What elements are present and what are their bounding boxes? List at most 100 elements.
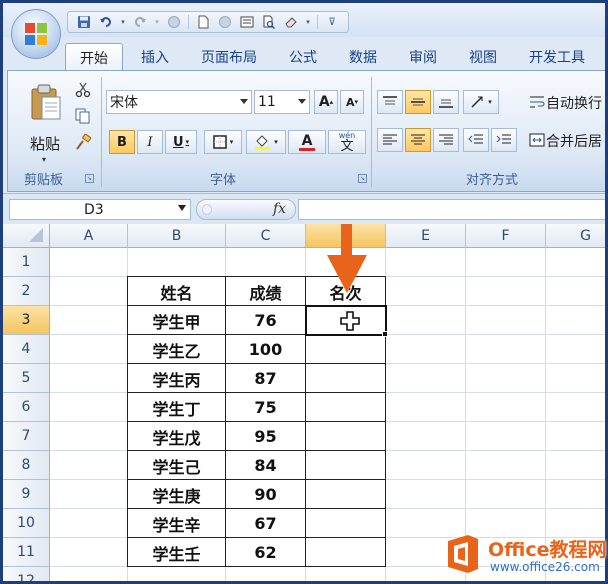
align-right-button[interactable]: [433, 128, 459, 152]
row-header-5[interactable]: 5: [3, 364, 50, 393]
align-bottom-button[interactable]: [433, 90, 459, 114]
column-header-g[interactable]: G: [546, 224, 605, 248]
row-header-3[interactable]: 3: [3, 306, 50, 335]
tab-developer[interactable]: 开发工具: [515, 43, 599, 71]
select-all-button[interactable]: [3, 224, 50, 248]
grow-font-button[interactable]: A ▴: [314, 90, 338, 114]
table-cell-rank[interactable]: [306, 422, 385, 451]
table-cell-score[interactable]: 90: [226, 480, 305, 509]
align-middle-button[interactable]: [405, 90, 431, 114]
table-cell-name[interactable]: 学生甲: [128, 306, 225, 335]
decrease-indent-button[interactable]: [463, 128, 489, 152]
clear-dropdown-icon[interactable]: ▾: [305, 14, 311, 30]
redo-icon[interactable]: [132, 14, 148, 30]
tab-review[interactable]: 审阅: [395, 43, 451, 71]
format-painter-icon[interactable]: [74, 133, 92, 151]
form-icon[interactable]: [239, 14, 255, 30]
clipboard-dialog-launcher[interactable]: ↘: [85, 174, 94, 183]
new-doc-icon[interactable]: [195, 14, 211, 30]
worksheet-grid[interactable]: A B C D E F G 1 2 3 4 5 6 7 8 9 10 11 12: [3, 224, 605, 581]
table-cell-rank[interactable]: [306, 393, 385, 422]
row-header-9[interactable]: 9: [3, 480, 50, 509]
open-icon[interactable]: [217, 14, 233, 30]
underline-button[interactable]: U ▾: [165, 130, 197, 154]
table-cell-name[interactable]: 学生庚: [128, 480, 225, 509]
tab-page-layout[interactable]: 页面布局: [187, 43, 271, 71]
row-header-4[interactable]: 4: [3, 335, 50, 364]
clear-icon[interactable]: [283, 14, 299, 30]
table-cell-score[interactable]: 87: [226, 364, 305, 393]
paste-button[interactable]: 粘贴 ▾: [22, 81, 70, 167]
row-header-8[interactable]: 8: [3, 451, 50, 480]
row-header-2[interactable]: 2: [3, 277, 50, 306]
tab-view[interactable]: 视图: [455, 43, 511, 71]
table-cell-name[interactable]: 学生辛: [128, 509, 225, 538]
table-cell-rank[interactable]: [306, 364, 385, 393]
table-cell-name[interactable]: 学生丁: [128, 393, 225, 422]
formula-input[interactable]: [298, 199, 605, 220]
cut-icon[interactable]: [74, 81, 92, 99]
table-cell-name[interactable]: 学生乙: [128, 335, 225, 364]
table-cell-rank[interactable]: [306, 538, 385, 567]
table-cell-score[interactable]: 75: [226, 393, 305, 422]
copy-icon[interactable]: [74, 107, 92, 125]
phonetic-button[interactable]: wén 文: [328, 130, 366, 154]
row-header-10[interactable]: 10: [3, 509, 50, 538]
name-box-dropdown-icon[interactable]: [178, 205, 186, 211]
table-cell-score[interactable]: 76: [226, 306, 305, 335]
tab-home[interactable]: 开始: [65, 43, 123, 71]
italic-button[interactable]: I: [137, 130, 163, 154]
redo-dropdown-icon[interactable]: ▾: [154, 14, 160, 30]
column-header-a[interactable]: A: [50, 224, 128, 248]
wrap-text-button[interactable]: 自动换行: [546, 93, 602, 113]
align-center-button[interactable]: [405, 128, 431, 152]
row-header-12[interactable]: 12: [3, 567, 50, 581]
font-dialog-launcher[interactable]: ↘: [358, 174, 367, 183]
column-header-b[interactable]: B: [128, 224, 226, 248]
fill-handle[interactable]: [382, 331, 388, 337]
table-cell-score[interactable]: 67: [226, 509, 305, 538]
column-header-e[interactable]: E: [386, 224, 466, 248]
table-cell-rank[interactable]: [306, 335, 385, 364]
row-header-6[interactable]: 6: [3, 393, 50, 422]
row-header-11[interactable]: 11: [3, 538, 50, 567]
column-header-f[interactable]: F: [466, 224, 546, 248]
align-left-button[interactable]: [377, 128, 403, 152]
name-box[interactable]: D3: [9, 199, 191, 220]
fill-color-button[interactable]: ▾: [246, 130, 286, 154]
paste-dropdown-icon[interactable]: ▾: [42, 155, 46, 164]
table-cell-name[interactable]: 学生己: [128, 451, 225, 480]
undo-dropdown-icon[interactable]: ▾: [120, 14, 126, 30]
repeat-icon[interactable]: [166, 14, 182, 30]
office-button[interactable]: [11, 9, 61, 59]
table-cell-score[interactable]: 84: [226, 451, 305, 480]
tab-insert[interactable]: 插入: [127, 43, 183, 71]
header-cell-name[interactable]: 姓名: [128, 277, 225, 306]
font-color-button[interactable]: A: [288, 130, 326, 154]
shrink-font-button[interactable]: A ▾: [340, 90, 364, 114]
font-name-combo[interactable]: 宋体: [106, 90, 252, 114]
table-cell-score[interactable]: 95: [226, 422, 305, 451]
tab-formulas[interactable]: 公式: [275, 43, 331, 71]
bold-button[interactable]: B: [109, 130, 135, 154]
table-cell-rank[interactable]: [306, 509, 385, 538]
increase-indent-button[interactable]: [491, 128, 517, 152]
customize-qat-icon[interactable]: ⊽: [324, 14, 340, 30]
border-button[interactable]: ▾: [204, 130, 242, 154]
table-cell-name[interactable]: 学生戊: [128, 422, 225, 451]
merge-center-button[interactable]: 合并后居: [546, 131, 602, 151]
table-cell-name[interactable]: 学生壬: [128, 538, 225, 567]
save-icon[interactable]: [76, 14, 92, 30]
print-preview-icon[interactable]: [261, 14, 277, 30]
row-header-7[interactable]: 7: [3, 422, 50, 451]
header-cell-score[interactable]: 成绩: [226, 277, 305, 306]
table-cell-score[interactable]: 100: [226, 335, 305, 364]
font-size-combo[interactable]: 11: [254, 90, 310, 114]
align-top-button[interactable]: [377, 90, 403, 114]
column-header-c[interactable]: C: [226, 224, 306, 248]
table-cell-rank[interactable]: [306, 451, 385, 480]
orientation-button[interactable]: ▾: [463, 90, 499, 114]
undo-icon[interactable]: [98, 14, 114, 30]
table-cell-rank[interactable]: [306, 480, 385, 509]
table-cell-name[interactable]: 学生丙: [128, 364, 225, 393]
